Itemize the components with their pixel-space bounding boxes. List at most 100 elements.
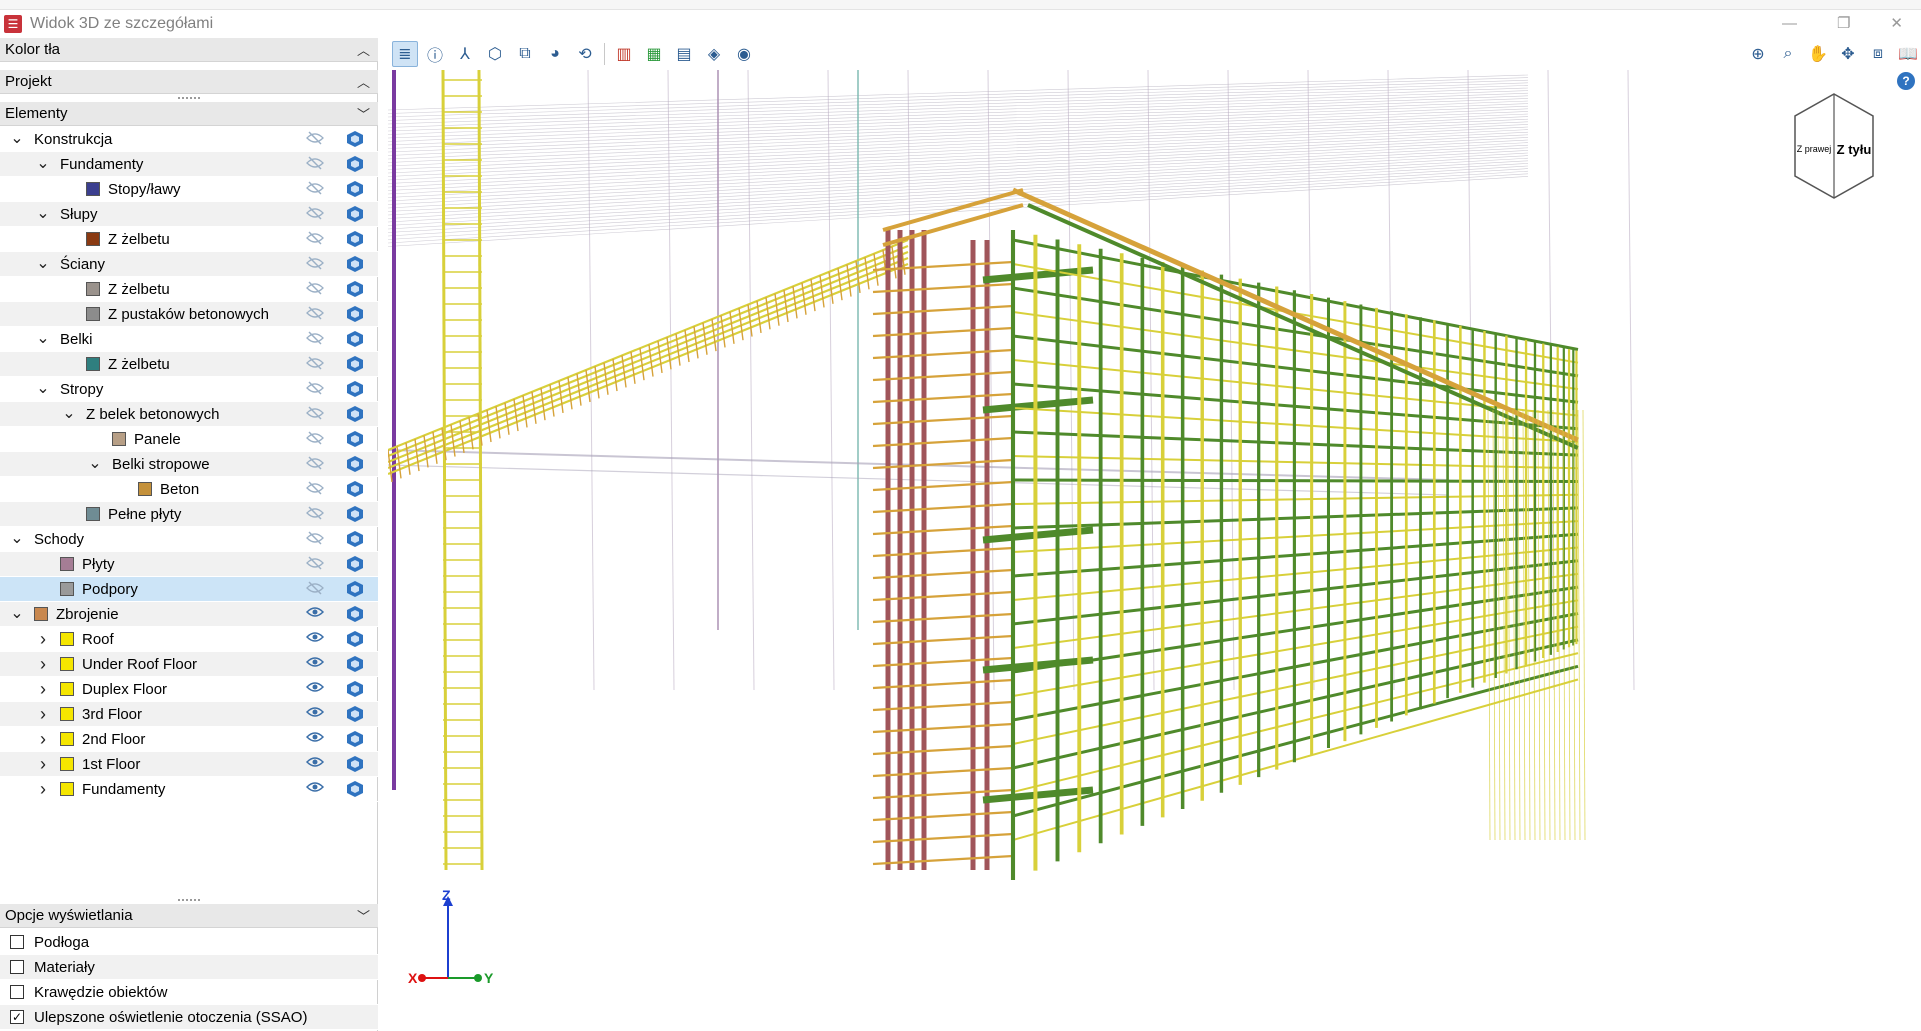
- tree-row[interactable]: › 2nd Floor: [0, 727, 378, 752]
- section-red-icon[interactable]: ▥: [611, 41, 637, 67]
- color-swatch[interactable]: [60, 757, 74, 771]
- tree-row[interactable]: Pełne płyty: [0, 502, 378, 527]
- color-swatch[interactable]: [60, 782, 74, 796]
- display-option[interactable]: Krawędzie obiektów: [0, 980, 378, 1005]
- chevron-down-icon[interactable]: ⌄: [62, 406, 76, 422]
- eye-off-icon[interactable]: [305, 256, 325, 272]
- chevron-down-icon[interactable]: ⌄: [10, 531, 24, 547]
- tree-row[interactable]: Beton: [0, 477, 378, 502]
- chevron-right-icon[interactable]: ›: [36, 705, 50, 723]
- chevron-right-icon[interactable]: ›: [36, 780, 50, 798]
- isolate-cube-icon[interactable]: [346, 130, 364, 148]
- eye-icon[interactable]: [305, 781, 325, 797]
- eye-icon[interactable]: [305, 756, 325, 772]
- color-swatch[interactable]: [86, 232, 100, 246]
- render-icon[interactable]: ◕: [542, 41, 568, 67]
- eye-icon[interactable]: [305, 606, 325, 622]
- tree-row[interactable]: Z żelbetu: [0, 277, 378, 302]
- display-option[interactable]: ✓ Ulepszone oświetlenie otoczenia (SSAO): [0, 1005, 378, 1030]
- option-checkbox[interactable]: [10, 960, 24, 974]
- isolate-cube-icon[interactable]: [346, 605, 364, 623]
- eye-off-icon[interactable]: [305, 281, 325, 297]
- isolate-cube-icon[interactable]: [346, 155, 364, 173]
- isolate-cube-icon[interactable]: [346, 755, 364, 773]
- isolate-cube-icon[interactable]: [346, 180, 364, 198]
- tree-row[interactable]: Panele: [0, 427, 378, 452]
- eye-off-icon[interactable]: [305, 556, 325, 572]
- eye-icon[interactable]: [305, 731, 325, 747]
- color-swatch[interactable]: [34, 607, 48, 621]
- isolate-cube-icon[interactable]: [346, 555, 364, 573]
- color-swatch[interactable]: [112, 432, 126, 446]
- eye-off-icon[interactable]: [305, 231, 325, 247]
- tree-row[interactable]: Z żelbetu: [0, 352, 378, 377]
- isolate-cube-icon[interactable]: [346, 280, 364, 298]
- eye-icon[interactable]: [305, 706, 325, 722]
- eye-off-icon[interactable]: [305, 306, 325, 322]
- isolate-cube-icon[interactable]: [346, 530, 364, 548]
- color-swatch[interactable]: [86, 507, 100, 521]
- pan-hand-icon[interactable]: ✋: [1805, 41, 1831, 67]
- 3d-viewport[interactable]: ≣ ⓘ ⅄ ⬡ ⧉ ◕ ⟲ ▥ ▦ ▤ ◈ ◉ ⊕ ⌕ ✋ ✥ ⧈ 📖 ? Z prawej Z tyłu Z X…: [388, 38, 1921, 1031]
- chevron-down-icon[interactable]: ⌄: [88, 456, 102, 472]
- option-checkbox[interactable]: [10, 985, 24, 999]
- tree-row[interactable]: Z żelbetu: [0, 227, 378, 252]
- zoom-all-icon[interactable]: ⊕: [1745, 41, 1771, 67]
- view-toggle-icon[interactable]: ⧈: [1865, 41, 1891, 67]
- eye-off-icon[interactable]: [305, 531, 325, 547]
- isolate-cube-icon[interactable]: [346, 330, 364, 348]
- isolate-cube-icon[interactable]: [346, 205, 364, 223]
- tree-row[interactable]: Z pustaków betonowych: [0, 302, 378, 327]
- tree-row[interactable]: ⌄ Słupy: [0, 202, 378, 227]
- layers-icon[interactable]: ≣: [392, 41, 418, 67]
- zoom-window-icon[interactable]: ⌕: [1775, 41, 1801, 67]
- color-swatch[interactable]: [86, 357, 100, 371]
- eye-icon[interactable]: [305, 681, 325, 697]
- chevron-down-icon[interactable]: ⌄: [36, 256, 50, 272]
- isolate-cube-icon[interactable]: [346, 780, 364, 798]
- eye-icon[interactable]: ◉: [731, 41, 757, 67]
- color-swatch[interactable]: [60, 582, 74, 596]
- isolate-cube-icon[interactable]: [346, 380, 364, 398]
- eye-off-icon[interactable]: [305, 181, 325, 197]
- eye-off-icon[interactable]: [305, 456, 325, 472]
- minimize-button[interactable]: —: [1782, 10, 1797, 38]
- isolate-cube-icon[interactable]: [346, 255, 364, 273]
- tree-row[interactable]: › Roof: [0, 627, 378, 652]
- tree-row[interactable]: ⌄ Belki stropowe: [0, 452, 378, 477]
- orbit-icon[interactable]: ⟲: [572, 41, 598, 67]
- chevron-down-icon[interactable]: ⌄: [36, 156, 50, 172]
- chevron-right-icon[interactable]: ›: [36, 630, 50, 648]
- tree-row[interactable]: ⌄ Belki: [0, 327, 378, 352]
- close-button[interactable]: ✕: [1890, 10, 1903, 38]
- isolate-cube-icon[interactable]: [346, 230, 364, 248]
- chevron-down-icon[interactable]: ⌄: [36, 331, 50, 347]
- tree-row[interactable]: ⌄ Zbrojenie: [0, 602, 378, 627]
- tree-row[interactable]: ⌄ Z belek betonowych: [0, 402, 378, 427]
- chevron-down-icon[interactable]: ⌄: [36, 206, 50, 222]
- isolate-cube-icon[interactable]: [346, 430, 364, 448]
- color-swatch[interactable]: [60, 707, 74, 721]
- color-swatch[interactable]: [60, 657, 74, 671]
- display-option[interactable]: Materiały: [0, 955, 378, 980]
- eye-off-icon[interactable]: [305, 406, 325, 422]
- color-swatch[interactable]: [86, 282, 100, 296]
- chevron-right-icon[interactable]: ›: [36, 755, 50, 773]
- multi-box-icon[interactable]: ⧉: [512, 41, 538, 67]
- color-swatch[interactable]: [60, 682, 74, 696]
- isolate-cube-icon[interactable]: [346, 655, 364, 673]
- eye-off-icon[interactable]: [305, 331, 325, 347]
- tree-row[interactable]: › 1st Floor: [0, 752, 378, 777]
- eye-off-icon[interactable]: [305, 506, 325, 522]
- isolate-cube-icon[interactable]: [346, 305, 364, 323]
- info-icon[interactable]: ⓘ: [422, 41, 448, 67]
- restore-button[interactable]: ❐: [1837, 10, 1850, 38]
- book-icon[interactable]: 📖: [1895, 41, 1921, 67]
- isolate-cube-icon[interactable]: [346, 480, 364, 498]
- tree-row[interactable]: › 3rd Floor: [0, 702, 378, 727]
- move-icon[interactable]: ✥: [1835, 41, 1861, 67]
- background-color-header[interactable]: Kolor tła ︿: [0, 38, 378, 62]
- color-swatch[interactable]: [60, 632, 74, 646]
- option-checkbox[interactable]: [10, 935, 24, 949]
- eye-off-icon[interactable]: [305, 481, 325, 497]
